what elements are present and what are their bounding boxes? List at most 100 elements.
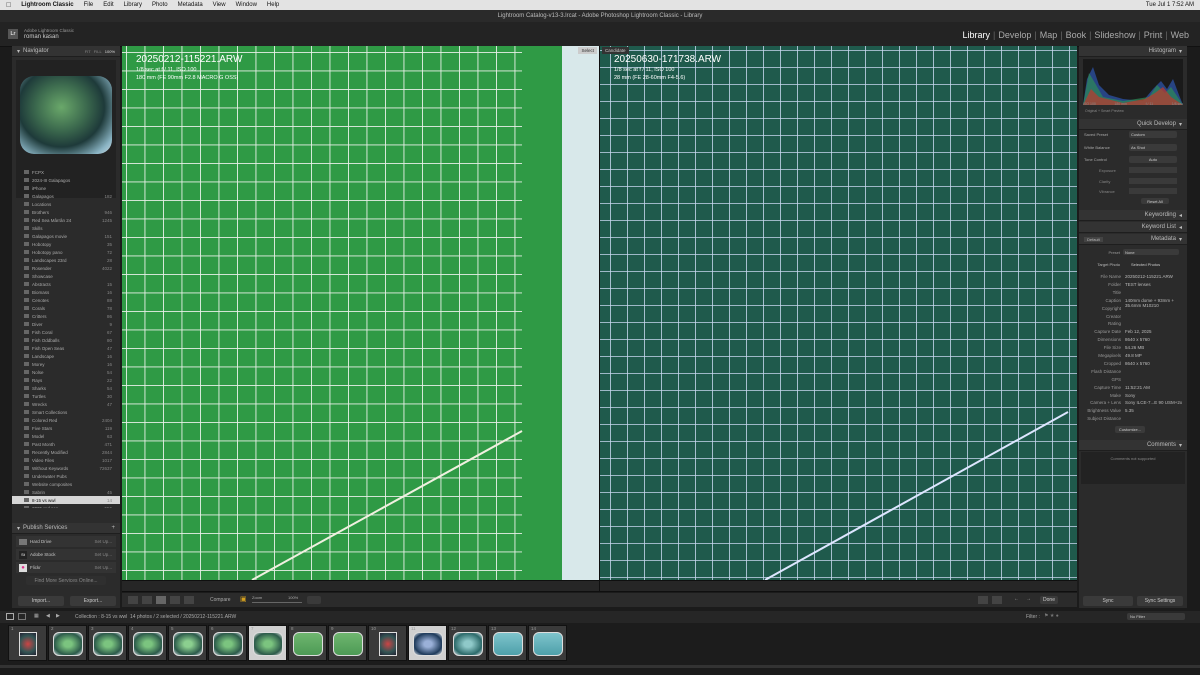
collection-item[interactable]: Galapagos movie 151 [12,232,120,240]
metadata-field-value[interactable]: 11:52:21 AM [1125,385,1150,390]
collection-item[interactable]: Showcase [12,272,120,280]
collection-item[interactable]: Underwater Pubs [12,472,120,480]
candidate-photo[interactable]: 20250630-171738.ARW 1/8 sec at f / 11, I… [600,46,1077,580]
collection-item[interactable]: Morey 16 [12,360,120,368]
target-photo-value[interactable]: Selected Photos [1131,262,1160,267]
filmstrip-thumb[interactable]: 7 [248,625,287,661]
grid-small-icon[interactable]: ▦ [34,613,39,619]
module-map[interactable]: Map [1037,30,1061,40]
module-print[interactable]: Print [1141,30,1166,40]
module-web[interactable]: Web [1168,30,1192,40]
back-icon[interactable]: ◀ [46,613,50,619]
module-book[interactable]: Book [1063,30,1090,40]
menu-help[interactable]: Help [267,2,279,8]
apple-icon[interactable]:  [6,2,11,9]
filmstrip-thumb[interactable]: 11 [408,625,447,661]
collection-item[interactable]: Video Files 1017 [12,456,120,464]
publish-header[interactable]: ▾ Publish Services + [12,523,120,534]
collection-item[interactable]: Critters 86 [12,312,120,320]
metadata-field-value[interactable]: 140mm dome + 93mm + 35.6mm M10210 [1125,298,1187,308]
collection-item[interactable]: Fish Open Seas 47 [12,344,120,352]
filmstrip-thumb[interactable]: 8 [288,625,327,661]
collection-item[interactable]: Sabrin 45 [12,488,120,496]
metadata-field-value[interactable]: 8640 x 5760 [1125,361,1150,366]
filmstrip-thumb[interactable]: 14 [528,625,567,661]
auto-tone-button[interactable]: Auto [1129,156,1177,163]
filmstrip-count[interactable]: 14 photos / 2 selected / 20250212-115221… [130,614,236,620]
collection-item[interactable]: FCPX [12,168,120,176]
module-library[interactable]: Library [959,30,993,40]
import-button[interactable]: Import... [18,596,64,606]
collection-item[interactable]: 2024-III Galapagos [12,176,120,184]
collection-item[interactable]: Model 63 [12,432,120,440]
metadata-field-value[interactable]: Sony ILCE-7...E 90 USM+2x [1125,400,1182,405]
collection-item[interactable]: Fish Coral 67 [12,328,120,336]
metadata-field-value[interactable]: Feb 12, 2025 [1125,329,1152,334]
monitor1-icon[interactable] [6,613,14,620]
vibrance-buttons[interactable] [1129,188,1177,194]
collection-item[interactable]: Rosender 4022 [12,264,120,272]
collection-item[interactable]: Cenotes 88 [12,296,120,304]
sync-button[interactable]: Sync [1083,596,1133,606]
metadata-field-value[interactable]: 20250212-115221.ARW [1125,274,1173,279]
metadata-field-value[interactable]: TEST lenses [1125,282,1151,287]
filmstrip-thumb[interactable]: 6 [208,625,247,661]
next-icon[interactable] [992,596,1002,604]
module-slideshow[interactable]: Slideshow [1091,30,1138,40]
quick-develop-header[interactable]: Quick Develop ▾ [1079,119,1187,130]
collection-item[interactable]: Skills [12,224,120,232]
keyword-list-header[interactable]: Keyword List ◂ [1079,222,1187,233]
metadata-field-value[interactable]: 54.26 MB [1125,345,1144,350]
collection-item[interactable]: Wrecks 47 [12,400,120,408]
collection-item[interactable]: Biomass 16 [12,288,120,296]
menu-library[interactable]: Library [124,2,142,8]
collection-item[interactable]: Landscapes 23rd 28 [12,256,120,264]
metadata-field-value[interactable]: Sony [1125,393,1135,398]
zoom-fill[interactable]: FILL [94,49,102,54]
arrow-right-icon[interactable]: → [1026,596,1031,602]
metadata-preset-select[interactable]: Default [1084,236,1103,242]
metadata-preset-value[interactable]: None [1123,249,1179,255]
compare-view-icon[interactable] [156,596,166,604]
loupe-view-icon[interactable] [142,596,152,604]
menu-photo[interactable]: Photo [152,2,168,8]
setup-button[interactable]: Set Up... [94,539,112,544]
filmstrip-thumb[interactable]: 1 [8,625,47,661]
collection-item[interactable]: Website composites [12,480,120,488]
setup-button[interactable]: Set Up... [94,552,112,557]
collection-item[interactable]: Colored Red 2404 [12,416,120,424]
find-more-services-button[interactable]: Find More Services Online... [26,576,106,585]
metadata-field-value[interactable]: 49.8 MP [1125,353,1142,358]
setup-button[interactable]: Set Up... [94,565,112,570]
menu-file[interactable]: File [84,2,94,8]
publish-flickr[interactable]: ● Flickr Set Up... [16,562,116,573]
select-photo[interactable]: 20250212-115221.ARW 1/8 sec at f / 11, I… [122,46,599,580]
add-icon[interactable]: + [111,525,115,531]
export-button[interactable]: Export... [70,596,116,606]
menu-metadata[interactable]: Metadata [178,2,203,8]
filmstrip-thumb[interactable]: 10 [368,625,407,661]
collection-item[interactable]: Turtles 30 [12,392,120,400]
menu-view[interactable]: View [213,2,226,8]
filmstrip-scroll[interactable] [0,665,1200,668]
monitor2-icon[interactable] [18,613,26,620]
collection-item[interactable]: Brothers 946 [12,208,120,216]
target-photo-select[interactable]: Target Photo [1084,262,1120,267]
collection-item[interactable]: Abstracts 15 [12,280,120,288]
collection-item[interactable]: Without Keywords 72637 [12,464,120,472]
collection-item[interactable]: Five Stars 119 [12,424,120,432]
histogram[interactable] [1083,59,1183,105]
collection-item[interactable]: Recently Modified 2844 [12,448,120,456]
smart-preview-status[interactable]: Original + Smart Preview [1085,109,1124,113]
filmstrip-thumb[interactable]: 12 [448,625,487,661]
collection-item[interactable]: Hobotopy pano 72 [12,248,120,256]
filter-select[interactable]: No Filter [1127,613,1185,620]
comments-header[interactable]: Comments ▾ [1079,440,1187,451]
prev-icon[interactable] [978,596,988,604]
exposure-buttons[interactable] [1129,167,1177,173]
done-button[interactable]: Done [1040,596,1058,604]
sync-settings-button[interactable]: Sync Settings [1137,596,1183,606]
people-view-icon[interactable] [184,596,194,604]
metadata-header[interactable]: Default Metadata ▾ [1079,234,1187,245]
collection-item[interactable]: iPhone [12,184,120,192]
